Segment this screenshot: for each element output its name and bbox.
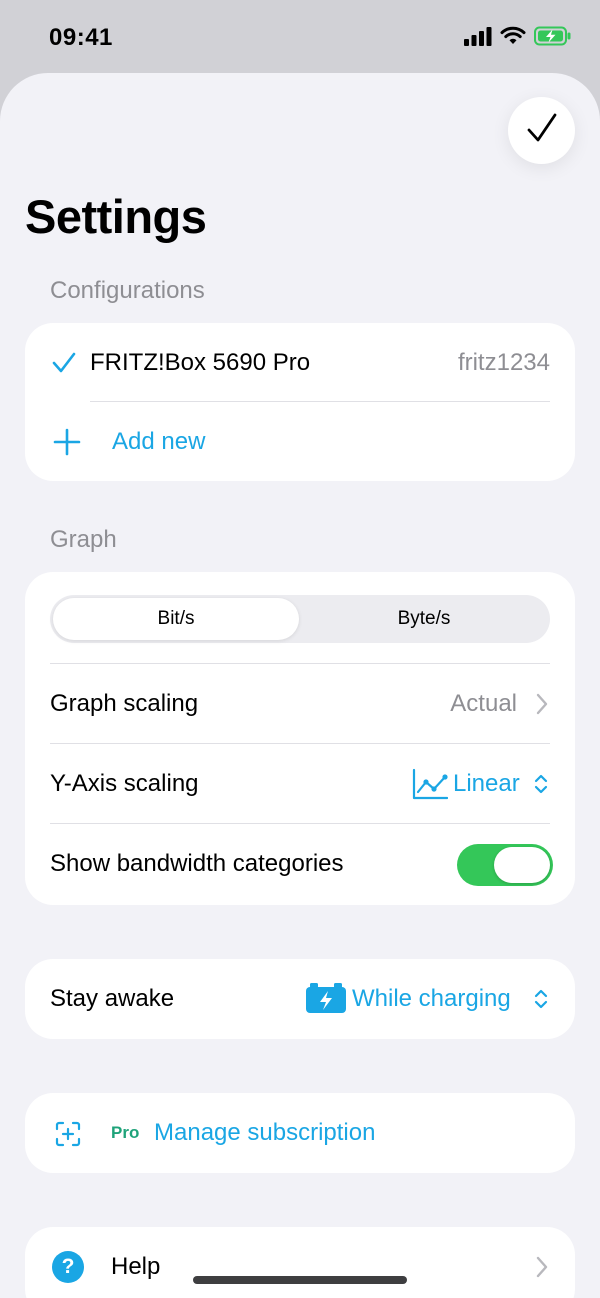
line-chart-icon — [412, 768, 449, 805]
battery-charging-icon — [306, 983, 346, 1018]
chevron-right-icon — [535, 692, 549, 721]
chevron-up-down-icon — [533, 988, 549, 1015]
manage-subscription-label: Manage subscription — [154, 1119, 376, 1146]
help-row[interactable]: ? Help — [25, 1227, 575, 1298]
home-indicator — [193, 1276, 407, 1284]
plus-icon — [53, 428, 81, 461]
configuration-name: FRITZ!Box 5690 Pro — [90, 349, 311, 376]
segment-bits[interactable]: Bit/s — [53, 598, 299, 640]
stay-awake-row[interactable]: Stay awake While charging — [25, 959, 575, 1039]
selected-checkmark-icon — [52, 351, 76, 380]
graph-card: Bit/s Byte/s Graph scaling Actual Y-Axis… — [25, 572, 575, 905]
configuration-detail: fritz1234 — [457, 349, 550, 376]
status-icons — [464, 26, 572, 51]
segment-bytes[interactable]: Byte/s — [301, 598, 547, 640]
help-card: ? Help — [25, 1227, 575, 1298]
cellular-signal-icon — [464, 26, 492, 51]
manage-subscription-button[interactable]: Pro Manage subscription — [25, 1093, 575, 1173]
configurations-section-header: Configurations — [50, 277, 205, 304]
configuration-row[interactable]: FRITZ!Box 5690 Pro fritz1234 — [25, 323, 575, 403]
bandwidth-categories-label: Show bandwidth categories — [50, 850, 344, 877]
chevron-right-icon — [535, 1255, 549, 1284]
help-icon: ? — [52, 1251, 84, 1283]
subscription-card: Pro Manage subscription — [25, 1093, 575, 1173]
bandwidth-categories-row: Show bandwidth categories — [25, 824, 575, 904]
wifi-icon — [500, 26, 526, 51]
graph-section-header: Graph — [50, 526, 117, 553]
stay-awake-card: Stay awake While charging — [25, 959, 575, 1039]
add-new-label: Add new — [112, 428, 206, 455]
status-bar: 09:41 — [0, 0, 600, 74]
add-frame-icon — [55, 1121, 81, 1152]
y-axis-scaling-value: Linear — [453, 770, 520, 797]
configurations-card: FRITZ!Box 5690 Pro fritz1234 Add new — [25, 323, 575, 481]
graph-scaling-value: Actual — [450, 690, 517, 717]
pro-badge: Pro — [111, 1123, 140, 1142]
help-label: Help — [111, 1253, 161, 1280]
graph-scaling-label: Graph scaling — [50, 690, 199, 717]
settings-sheet: Settings Configurations FRITZ!Box 5690 P… — [0, 73, 600, 1298]
stay-awake-value: While charging — [352, 985, 511, 1012]
y-axis-scaling-label: Y-Axis scaling — [50, 770, 199, 797]
bandwidth-categories-toggle[interactable] — [457, 844, 553, 886]
checkmark-icon — [525, 111, 559, 150]
page-title: Settings — [25, 190, 207, 243]
chevron-up-down-icon — [533, 773, 549, 800]
done-button[interactable] — [508, 97, 575, 164]
stay-awake-label: Stay awake — [50, 985, 175, 1012]
status-time: 09:41 — [49, 24, 113, 51]
toggle-knob — [494, 847, 550, 883]
graph-scaling-row[interactable]: Graph scaling Actual — [25, 664, 575, 744]
battery-charging-status-icon — [534, 26, 572, 51]
add-new-button[interactable]: Add new — [25, 402, 575, 482]
y-axis-scaling-row[interactable]: Y-Axis scaling Linear — [25, 744, 575, 824]
unit-segmented-control: Bit/s Byte/s — [50, 595, 550, 643]
